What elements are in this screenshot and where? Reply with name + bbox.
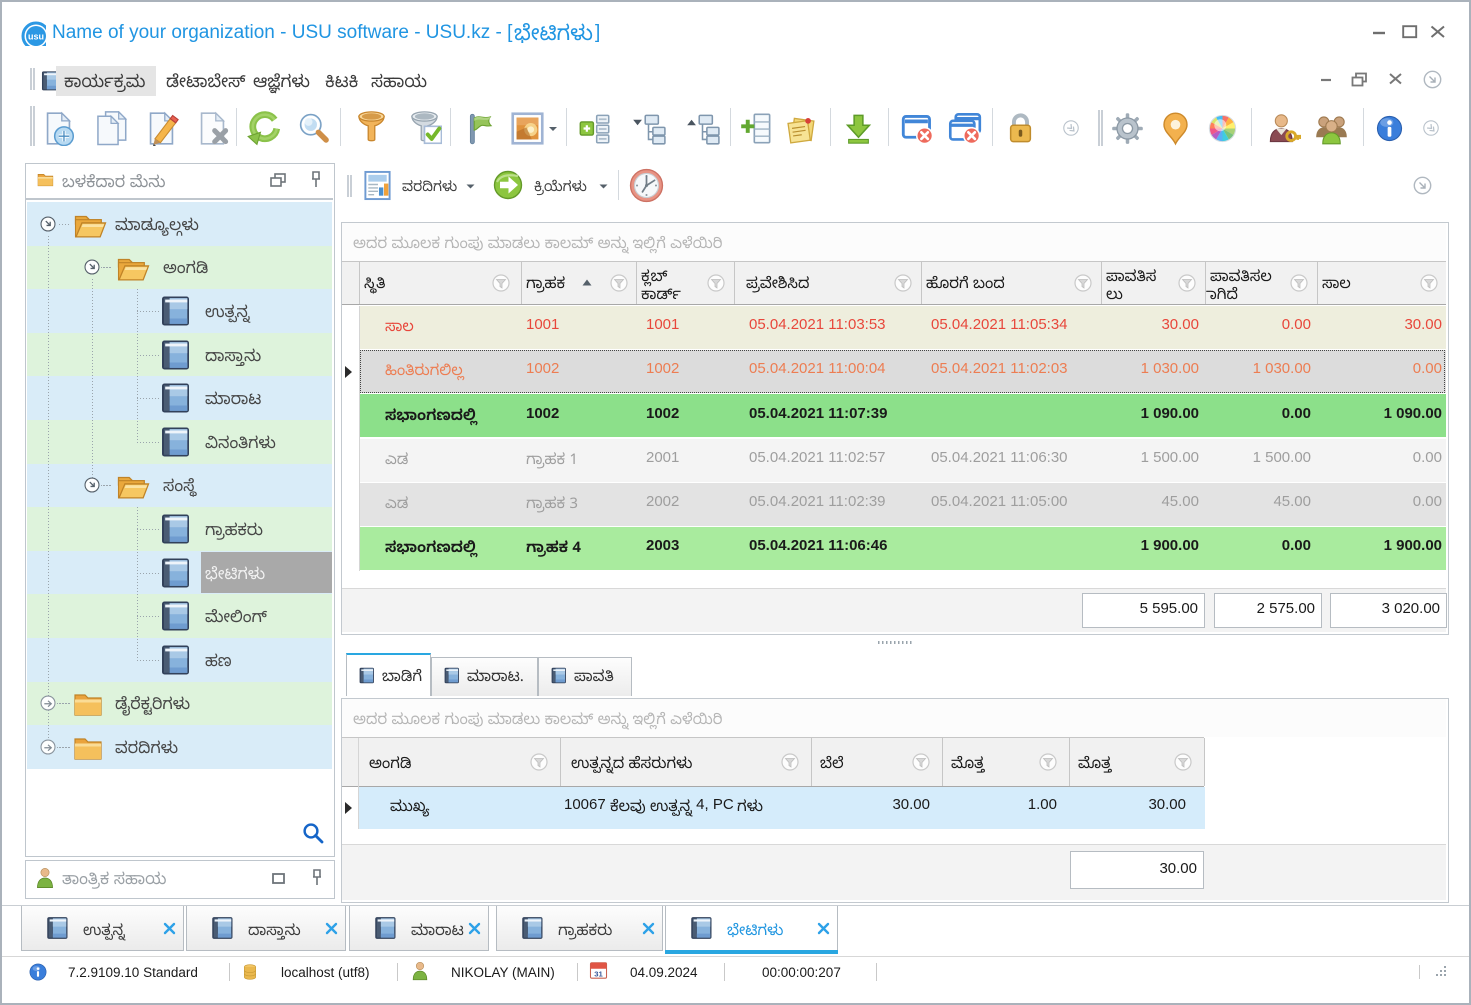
svg-text:31: 31 [594, 969, 603, 978]
svg-text:usu: usu [28, 32, 44, 42]
